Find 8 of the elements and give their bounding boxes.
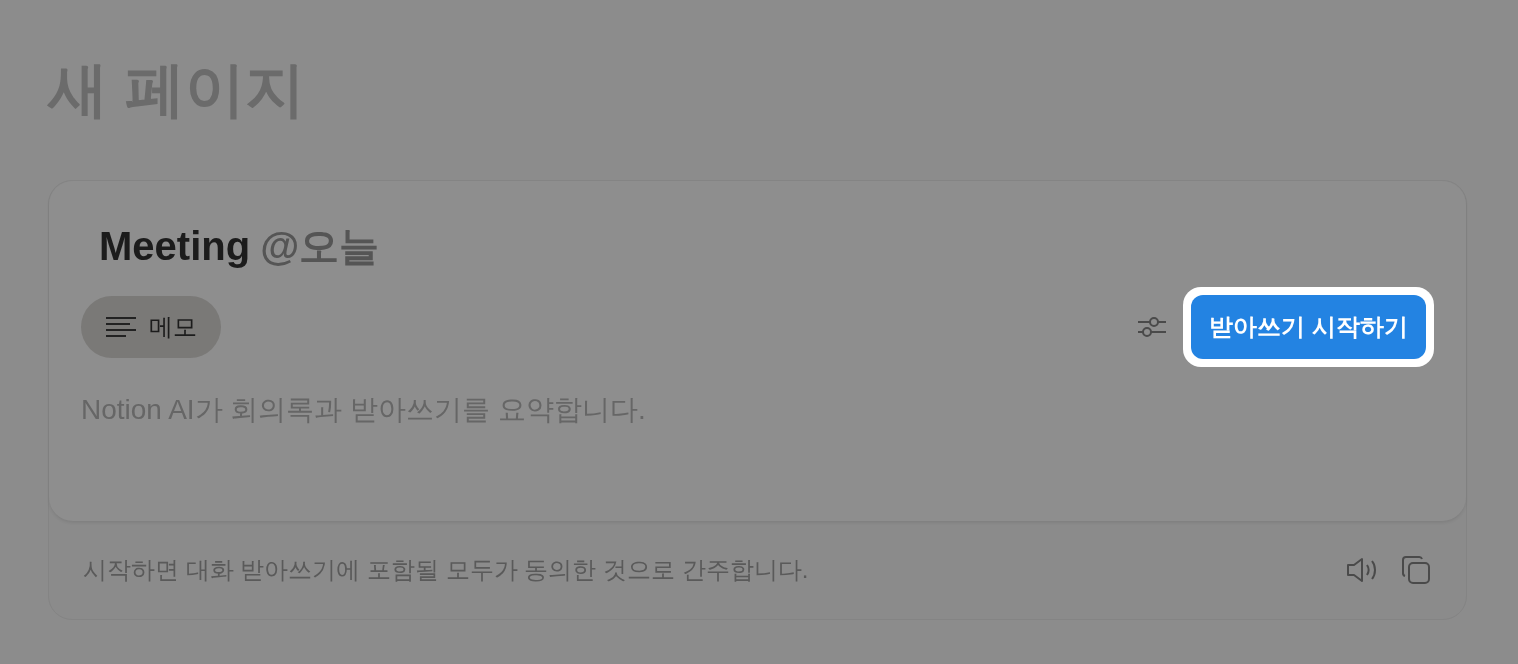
speaker-icon[interactable]	[1346, 556, 1378, 584]
lines-icon	[105, 316, 137, 338]
sliders-icon[interactable]	[1137, 316, 1168, 338]
start-transcription-button[interactable]: 받아쓰기 시작하기	[1191, 295, 1426, 359]
copy-icon[interactable]	[1400, 554, 1432, 586]
meeting-title: Meeting	[99, 223, 251, 270]
notes-tab[interactable]: 메모	[81, 296, 221, 358]
date-mention: @오늘	[260, 223, 380, 270]
